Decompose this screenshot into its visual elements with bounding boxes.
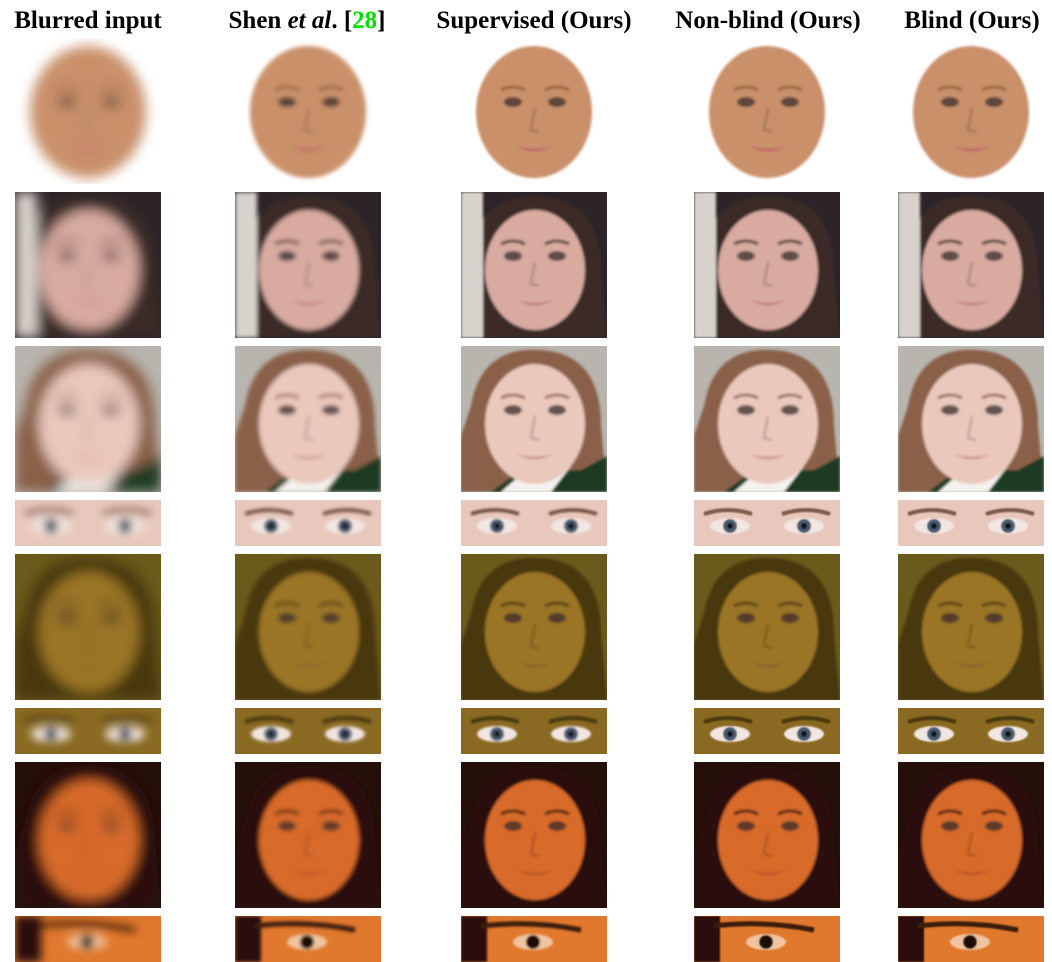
result-image-woman-orange-nonblind <box>694 762 840 908</box>
result-image-smiling-girl-blurred <box>15 346 161 492</box>
result-image-smiling-girl-blind <box>898 346 1044 492</box>
result-image-smiling-girl-eyes-nonblind <box>694 500 840 546</box>
result-image-woman-with-bangs-supervised <box>461 192 607 338</box>
result-image-laughing-girl-eyes-shen <box>235 708 381 754</box>
result-image-smiling-girl-eyes-blurred <box>15 500 161 546</box>
result-image-laughing-girl-eyes-blind <box>898 708 1044 754</box>
shen-title-prefix: Shen <box>228 7 288 34</box>
column-title-blind: Blind (Ours) <box>904 7 1040 34</box>
result-image-woman-orange-eye-nonblind <box>694 916 840 962</box>
result-image-smiling-girl-nonblind <box>694 346 840 492</box>
result-image-smiling-girl-eyes-shen <box>235 500 381 546</box>
result-image-woman-with-bangs-nonblind <box>694 192 840 338</box>
result-image-woman-orange-eye-shen <box>235 916 381 962</box>
result-image-woman-with-bangs-shen <box>235 192 381 338</box>
result-image-laughing-girl-eyes-supervised <box>461 708 607 754</box>
result-image-man-shen <box>235 38 381 184</box>
result-image-man-blurred <box>15 38 161 184</box>
column-title-blurred-input: Blurred input <box>14 7 162 34</box>
result-image-laughing-girl-nonblind <box>694 554 840 700</box>
shen-title-mid: . [ <box>331 7 353 34</box>
result-image-smiling-girl-eyes-supervised <box>461 500 607 546</box>
result-image-woman-orange-eye-blurred <box>15 916 161 962</box>
result-image-man-blind <box>898 38 1044 184</box>
shen-title-suffix: ] <box>377 7 386 34</box>
result-image-man-nonblind <box>694 38 840 184</box>
result-image-woman-orange-shen <box>235 762 381 908</box>
result-image-man-supervised <box>461 38 607 184</box>
result-image-laughing-girl-eyes-blurred <box>15 708 161 754</box>
result-image-smiling-girl-shen <box>235 346 381 492</box>
result-image-woman-orange-supervised <box>461 762 607 908</box>
column-title-non-blind: Non-blind (Ours) <box>675 7 861 34</box>
result-image-woman-with-bangs-blurred <box>15 192 161 338</box>
citation-link-28[interactable]: 28 <box>352 7 377 34</box>
result-image-woman-orange-eye-supervised <box>461 916 607 962</box>
result-image-woman-orange-blurred <box>15 762 161 908</box>
result-image-laughing-girl-supervised <box>461 554 607 700</box>
result-image-smiling-girl-eyes-blind <box>898 500 1044 546</box>
result-image-laughing-girl-eyes-nonblind <box>694 708 840 754</box>
result-image-woman-orange-blind <box>898 762 1044 908</box>
column-title-shen-et-al: Shen et al. [28] <box>215 6 399 36</box>
result-image-smiling-girl-supervised <box>461 346 607 492</box>
shen-title-etal: et al <box>287 7 332 34</box>
result-image-woman-orange-eye-blind <box>898 916 1044 962</box>
result-image-laughing-girl-blurred <box>15 554 161 700</box>
column-title-supervised: Supervised (Ours) <box>436 7 632 34</box>
result-image-laughing-girl-blind <box>898 554 1044 700</box>
result-image-laughing-girl-shen <box>235 554 381 700</box>
result-image-woman-with-bangs-blind <box>898 192 1044 338</box>
